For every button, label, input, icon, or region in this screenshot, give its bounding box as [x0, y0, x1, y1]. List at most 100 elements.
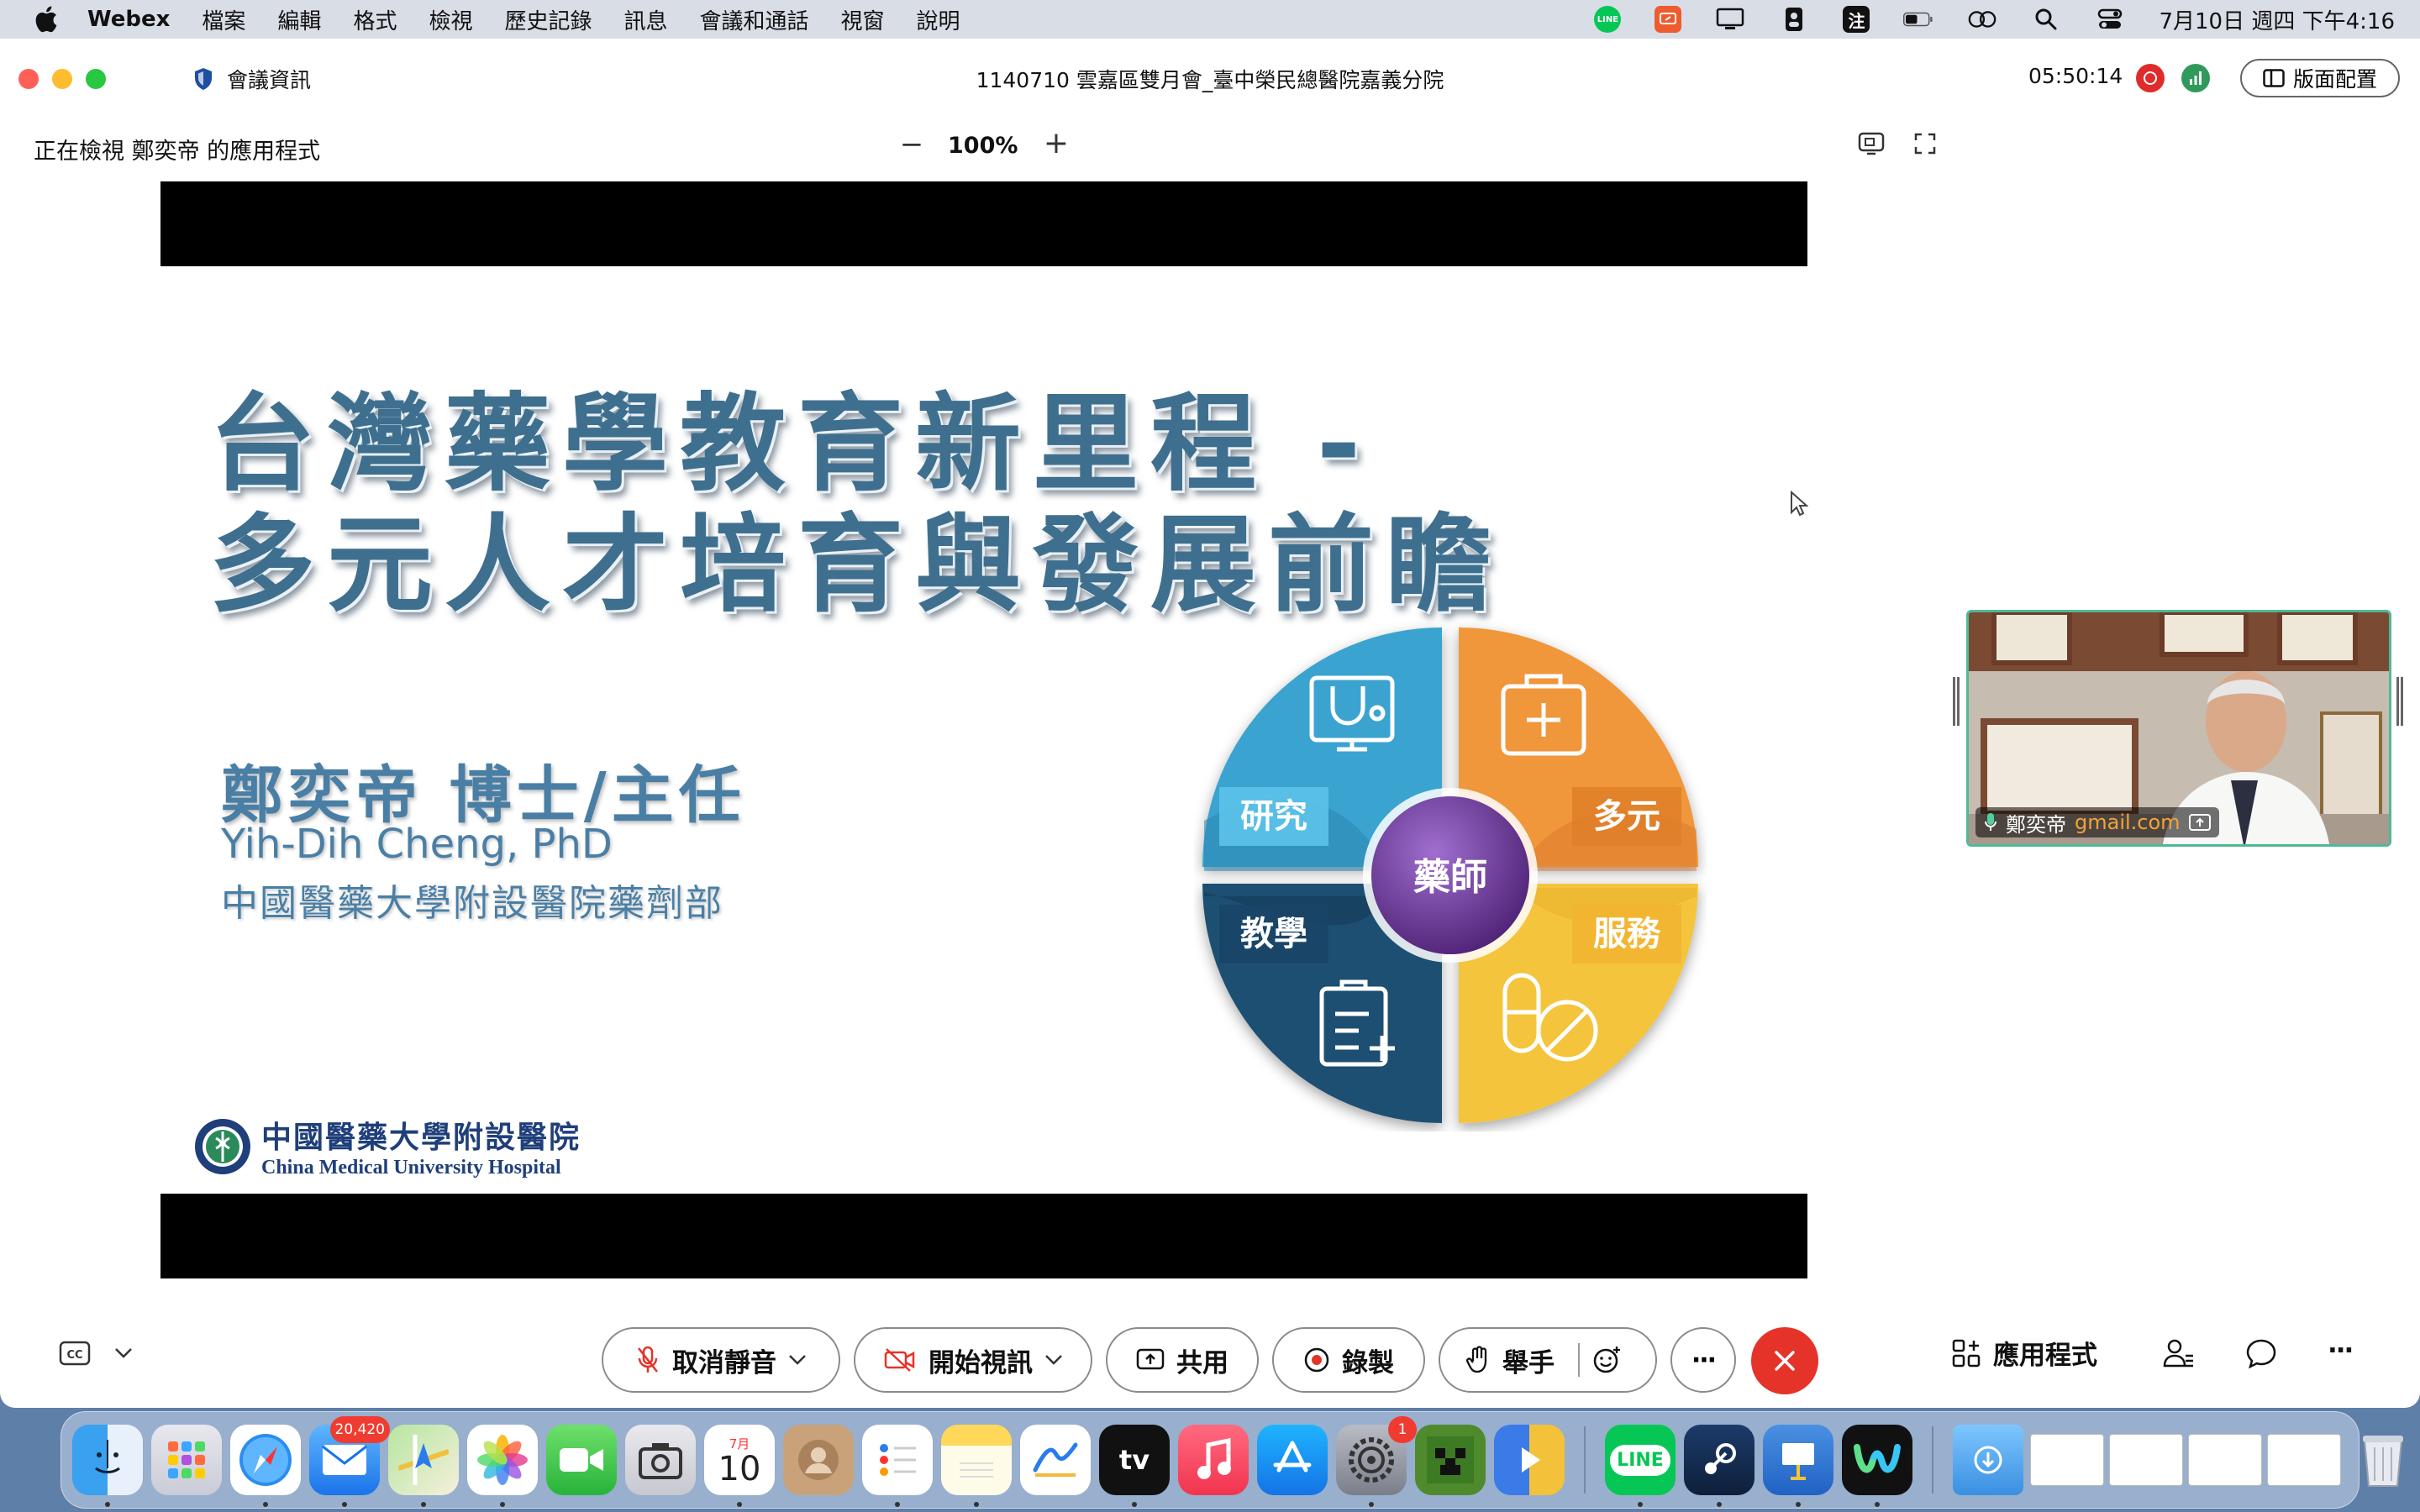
- start-video-button[interactable]: 開始視訊: [854, 1327, 1092, 1393]
- participant-name-bar: 鄭奕帝 gmail.com: [1975, 807, 2219, 837]
- zoom-in-button[interactable]: +: [1042, 126, 1071, 160]
- participant-video-tile[interactable]: 鄭奕帝 gmail.com: [1966, 610, 2391, 847]
- overflow-menu-button[interactable]: ···: [2328, 1336, 2354, 1366]
- viewing-app-label: 正在檢視 鄭奕帝 的應用程式: [34, 139, 321, 165]
- screen-share-status-icon[interactable]: [1655, 6, 1682, 33]
- webex-icon[interactable]: [1842, 1425, 1912, 1507]
- audio-options-chevron-icon[interactable]: [788, 1354, 807, 1366]
- spotlight-search-icon[interactable]: [2031, 6, 2061, 33]
- zoom-out-button[interactable]: −: [897, 128, 926, 161]
- keynote-remote-icon[interactable]: [1494, 1425, 1565, 1495]
- trash-icon[interactable]: [2348, 1425, 2418, 1495]
- author-department: 中國醫藥大學附設醫院藥劑部: [221, 882, 723, 925]
- line-status-icon[interactable]: LINE: [1594, 6, 1622, 33]
- screen-mirroring-icon[interactable]: [1967, 6, 1997, 33]
- captions-chevron-down-icon[interactable]: [114, 1347, 133, 1359]
- launchpad-icon[interactable]: [151, 1425, 222, 1495]
- menu-history[interactable]: 歷史記錄: [504, 4, 592, 35]
- network-quality-icon[interactable]: [2181, 64, 2210, 92]
- pharmacist-role-wheel: 研究 多元 教學 服務 藥師: [1202, 627, 1698, 1123]
- macos-dock: 20,420 7月 10 tv 1 LINE: [60, 1411, 2403, 1509]
- fullscreen-icon[interactable]: [1912, 131, 1938, 160]
- share-button[interactable]: 共用: [1106, 1327, 1259, 1393]
- minimized-window-4[interactable]: [2267, 1434, 2341, 1486]
- wheel-label-diverse: 多元: [1593, 797, 1660, 836]
- freeform-icon[interactable]: [1020, 1425, 1091, 1495]
- raise-hand-button[interactable]: 舉手: [1439, 1327, 1657, 1393]
- apple-tv-icon[interactable]: tv: [1099, 1425, 1170, 1507]
- facetime-icon[interactable]: [546, 1425, 617, 1495]
- mail-icon[interactable]: 20,420: [309, 1416, 390, 1507]
- menubar-clock[interactable]: 7月10日 週四 下午4:16: [2159, 4, 2395, 35]
- window-maximize-button[interactable]: [86, 69, 106, 89]
- participant-email: gmail.com: [2075, 811, 2181, 834]
- svg-text:CC: CC: [66, 1349, 82, 1362]
- notes-icon[interactable]: [941, 1425, 1012, 1507]
- system-settings-icon[interactable]: 1: [1336, 1416, 1417, 1507]
- menu-meetings-calls[interactable]: 會議和通話: [700, 4, 809, 35]
- app-name-menu[interactable]: Webex: [87, 7, 170, 32]
- menu-format[interactable]: 格式: [353, 4, 397, 35]
- safari-icon[interactable]: [230, 1425, 301, 1507]
- webex-meeting-window: 會議資訊 1140710 雲嘉區雙月會_臺中榮民總醫院嘉義分院 05:50:14…: [0, 39, 2420, 1408]
- line-app-icon[interactable]: LINE: [1605, 1425, 1676, 1507]
- app-store-icon[interactable]: [1257, 1425, 1328, 1495]
- line-app-label: LINE: [1610, 1444, 1670, 1476]
- keynote-icon[interactable]: [1763, 1425, 1833, 1507]
- closed-captions-icon[interactable]: CC: [59, 1341, 91, 1366]
- presentation-slide: 台灣藥學教育新里程 - 多元人才培育與發展前瞻 鄭奕帝 博士/主任 Yih-Di…: [160, 266, 1807, 1194]
- battery-icon[interactable]: [1903, 6, 1933, 33]
- layout-button[interactable]: 版面配置: [2240, 59, 2400, 97]
- control-center-icon[interactable]: [2095, 6, 2125, 33]
- participants-button[interactable]: [2163, 1337, 2195, 1369]
- video-resize-handle-right[interactable]: [2396, 677, 2403, 726]
- video-options-chevron-icon[interactable]: [1044, 1354, 1063, 1366]
- minimized-window-1[interactable]: [2030, 1434, 2104, 1486]
- display-icon[interactable]: [1715, 6, 1745, 33]
- maps-icon[interactable]: [388, 1425, 459, 1507]
- video-resize-handle-left[interactable]: [1953, 677, 1960, 726]
- shared-screen[interactable]: 台灣藥學教育新里程 - 多元人才培育與發展前瞻 鄭奕帝 博士/主任 Yih-Di…: [160, 181, 1807, 1278]
- input-method-icon[interactable]: 注: [1843, 6, 1870, 33]
- sharing-indicator-icon: [2188, 814, 2211, 831]
- chat-button[interactable]: [2245, 1337, 2277, 1369]
- meeting-info-button[interactable]: 會議資訊: [193, 64, 311, 94]
- menu-bar: Webex 檔案 編輯 格式 檢視 歷史記錄 訊息 會議和通話 視窗 說明 LI…: [0, 0, 2420, 39]
- downloads-folder-icon[interactable]: [1953, 1425, 2023, 1495]
- unmute-button[interactable]: 取消靜音: [602, 1327, 840, 1393]
- menu-edit[interactable]: 編輯: [277, 4, 321, 35]
- menu-view[interactable]: 檢視: [429, 4, 472, 35]
- annotate-view-icon[interactable]: [1857, 131, 1886, 160]
- record-icon: [1304, 1347, 1329, 1373]
- minimized-window-2[interactable]: [2109, 1434, 2183, 1486]
- minimized-window-3[interactable]: [2188, 1434, 2262, 1486]
- menu-messages[interactable]: 訊息: [623, 4, 667, 35]
- id-badge-icon[interactable]: [1779, 6, 1809, 33]
- menu-help[interactable]: 說明: [917, 4, 960, 35]
- reactions-emoji-icon[interactable]: [1591, 1345, 1622, 1375]
- more-options-button[interactable]: ···: [1670, 1327, 1736, 1393]
- window-minimize-button[interactable]: [52, 69, 72, 89]
- dock-separator-2: [1932, 1426, 1933, 1494]
- reminders-icon[interactable]: [862, 1425, 933, 1507]
- window-close-button[interactable]: [18, 69, 39, 89]
- settings-update-badge: 1: [1388, 1416, 1417, 1443]
- contacts-icon[interactable]: [783, 1425, 854, 1495]
- finder-icon[interactable]: [72, 1425, 143, 1507]
- menu-window[interactable]: 視窗: [841, 4, 885, 35]
- screenshot-icon[interactable]: [625, 1425, 696, 1495]
- apple-menu-icon[interactable]: [29, 3, 62, 36]
- raise-hand-icon: [1465, 1346, 1487, 1373]
- recording-indicator-icon[interactable]: [2136, 64, 2165, 92]
- menu-file[interactable]: 檔案: [202, 4, 245, 35]
- end-meeting-button[interactable]: [1751, 1327, 1818, 1394]
- music-icon[interactable]: [1178, 1425, 1249, 1495]
- apps-button[interactable]: 應用程式: [1951, 1334, 2097, 1372]
- calendar-icon[interactable]: 7月 10: [704, 1425, 775, 1507]
- record-button[interactable]: 錄製: [1272, 1327, 1425, 1393]
- mouse-cursor-icon: [1791, 491, 1808, 517]
- minecraft-icon[interactable]: [1415, 1425, 1486, 1495]
- photos-icon[interactable]: [467, 1425, 538, 1507]
- dock-separator: [1584, 1426, 1586, 1494]
- steam-icon[interactable]: [1684, 1425, 1754, 1507]
